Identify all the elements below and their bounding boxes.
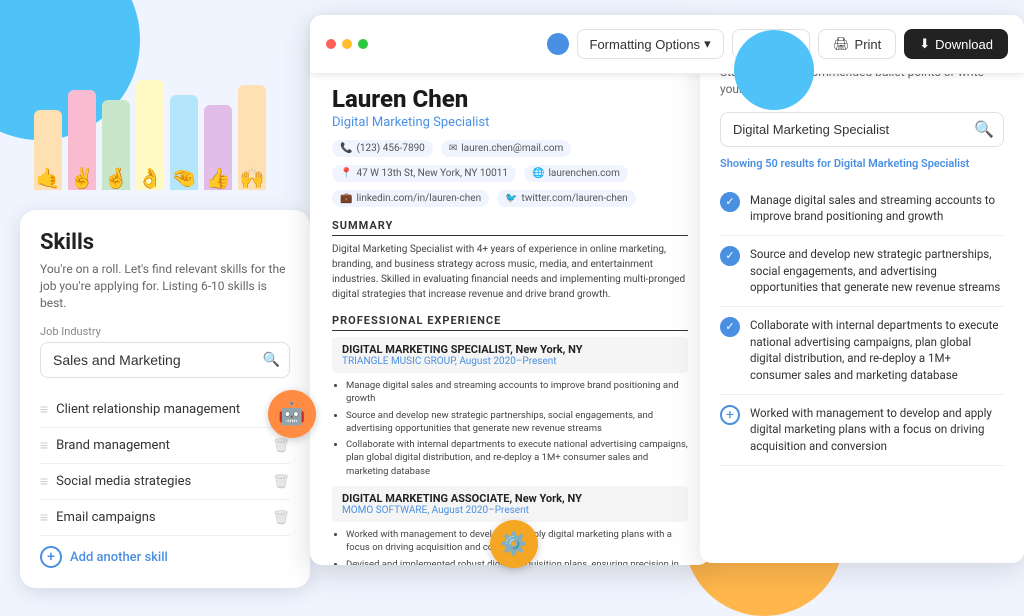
phone-icon: 📞 bbox=[340, 143, 352, 154]
delete-skill-1[interactable]: 🗑 bbox=[272, 438, 290, 454]
industry-search-wrap: 🔍 bbox=[40, 342, 290, 378]
formatting-options-button[interactable]: Formatting Options ▾ bbox=[577, 29, 724, 59]
formatting-options-label: Formatting Options bbox=[590, 37, 701, 52]
contact-twitter: 🐦 twitter.com/lauren-chen bbox=[497, 190, 636, 207]
industry-input[interactable] bbox=[40, 342, 290, 378]
print-label: Print bbox=[855, 37, 882, 52]
contact-linkedin: 💼 linkedin.com/in/lauren-chen bbox=[332, 190, 489, 207]
contact-email: ✉ lauren.chen@mail.com bbox=[441, 140, 572, 157]
skills-description: You're on a roll. Let's find relevant sk… bbox=[40, 261, 290, 311]
bullet-0-1: Source and develop new strategic partner… bbox=[346, 409, 688, 436]
resp-text-2: Collaborate with internal departments to… bbox=[750, 317, 1004, 384]
resp-text-3: Worked with management to develop and ap… bbox=[750, 405, 1004, 455]
window-dots bbox=[326, 39, 368, 49]
dot-red bbox=[326, 39, 336, 49]
dot-green bbox=[358, 39, 368, 49]
resume-job-title: Digital Marketing Specialist bbox=[332, 115, 688, 130]
skills-title: Skills bbox=[40, 230, 290, 255]
skill-name-1: Brand management bbox=[56, 438, 170, 453]
summary-text: Digital Marketing Specialist with 4+ yea… bbox=[332, 242, 688, 302]
linkedin-icon: 💼 bbox=[340, 193, 352, 204]
resp-add-3[interactable]: + bbox=[720, 405, 740, 425]
location-icon: 📍 bbox=[340, 168, 352, 179]
header-bar: Formatting Options ▾ ✉ Email 🖨 Print ⬇ D… bbox=[310, 15, 1024, 74]
hands-illustration: 🤙 ✌️ 🤞 👌 🤏 👍 🙌 bbox=[20, 40, 280, 190]
skill-name-2: Social media strategies bbox=[56, 474, 191, 489]
results-text: Showing 50 results for bbox=[720, 157, 831, 170]
summary-heading: SUMMARY bbox=[332, 219, 688, 236]
job-search-input[interactable] bbox=[720, 112, 1004, 147]
download-button[interactable]: ⬇ Download bbox=[904, 29, 1008, 59]
job-1-header: DIGITAL MARKETING ASSOCIATE, New York, N… bbox=[332, 486, 688, 522]
dot-yellow bbox=[342, 39, 352, 49]
add-icon: + bbox=[40, 546, 62, 568]
deco-circle-blue2 bbox=[734, 30, 814, 110]
resp-text-1: Source and develop new strategic partner… bbox=[750, 246, 1004, 296]
hand-4: 👌 bbox=[136, 80, 164, 190]
skill-name-0: Client relationship management bbox=[56, 402, 240, 417]
print-button[interactable]: 🖨 Print bbox=[818, 29, 896, 59]
twitter-icon: 🐦 bbox=[505, 193, 517, 204]
job-1-company: MOMO SOFTWARE, August 2020–Present bbox=[342, 505, 678, 516]
gear-badge: ⚙️ bbox=[490, 520, 538, 568]
results-highlight: Digital Marketing Specialist bbox=[834, 157, 970, 170]
experience-heading: PROFESSIONAL EXPERIENCE bbox=[332, 314, 688, 331]
job-0-title: DIGITAL MARKETING SPECIALIST, New York, … bbox=[342, 343, 678, 356]
skills-card: Skills You're on a roll. Let's find rele… bbox=[20, 210, 310, 588]
bullet-0-0: Manage digital sales and streaming accou… bbox=[346, 379, 688, 406]
color-picker-button[interactable] bbox=[547, 33, 569, 55]
resp-text-0: Manage digital sales and streaming accou… bbox=[750, 192, 1004, 225]
job-0-company: TRIANGLE MUSIC GROUP, August 2020–Presen… bbox=[342, 356, 678, 367]
resume-content: Lauren Chen Digital Marketing Specialist… bbox=[310, 65, 710, 565]
contact-address: 📍 47 W 13th St, New York, NY 10011 bbox=[332, 165, 516, 182]
hand-2: ✌️ bbox=[68, 90, 96, 190]
results-count: Showing 50 results for Digital Marketing… bbox=[720, 157, 1004, 170]
resp-item-3: + Worked with management to develop and … bbox=[720, 395, 1004, 466]
skill-item-1: ≡ Brand management 🗑 bbox=[40, 428, 290, 464]
delete-skill-2[interactable]: 🗑 bbox=[272, 474, 290, 490]
robot-badge: 🤖 bbox=[268, 390, 316, 438]
contact-website: 🌐 laurenchen.com bbox=[524, 165, 628, 182]
job-0-bullets: Manage digital sales and streaming accou… bbox=[332, 379, 688, 478]
hand-1: 🤙 bbox=[34, 110, 62, 190]
bullet-0-2: Collaborate with internal departments to… bbox=[346, 438, 688, 478]
resp-check-1[interactable]: ✓ bbox=[720, 246, 740, 266]
hand-3: 🤞 bbox=[102, 100, 130, 190]
web-icon: 🌐 bbox=[532, 168, 544, 179]
job-0-header: DIGITAL MARKETING SPECIALIST, New York, … bbox=[332, 337, 688, 373]
hand-6: 👍 bbox=[204, 105, 232, 190]
contact-phone: 📞 (123) 456-7890 bbox=[332, 140, 433, 157]
delete-skill-3[interactable]: 🗑 bbox=[272, 510, 290, 526]
hand-7: 🙌 bbox=[238, 85, 266, 190]
search-icon: 🔍 bbox=[263, 352, 280, 368]
drag-icon: ≡ bbox=[40, 473, 48, 490]
job-search-wrap: 🔍 bbox=[720, 112, 1004, 147]
drag-icon: ≡ bbox=[40, 437, 48, 454]
download-icon: ⬇ bbox=[919, 36, 930, 52]
add-skill-button[interactable]: + Add another skill bbox=[40, 536, 290, 568]
skill-item-3: ≡ Email campaigns 🗑 bbox=[40, 500, 290, 536]
resp-item-1: ✓ Source and develop new strategic partn… bbox=[720, 236, 1004, 307]
download-label: Download bbox=[935, 37, 993, 52]
resume-name: Lauren Chen bbox=[332, 85, 688, 113]
email-icon: ✉ bbox=[449, 143, 457, 154]
resp-check-0[interactable]: ✓ bbox=[720, 192, 740, 212]
drag-icon: ≡ bbox=[40, 509, 48, 526]
resume-panel: Lauren Chen Digital Marketing Specialist… bbox=[310, 15, 710, 565]
resp-item-2: ✓ Collaborate with internal departments … bbox=[720, 307, 1004, 395]
job-search-icon: 🔍 bbox=[974, 120, 994, 139]
resp-item-0: ✓ Manage digital sales and streaming acc… bbox=[720, 182, 1004, 236]
chevron-down-icon: ▾ bbox=[704, 36, 711, 52]
resp-check-2[interactable]: ✓ bbox=[720, 317, 740, 337]
add-skill-label: Add another skill bbox=[70, 550, 168, 565]
skill-item-0: ≡ Client relationship management 🗑 bbox=[40, 392, 290, 428]
skill-item-2: ≡ Social media strategies 🗑 bbox=[40, 464, 290, 500]
print-icon: 🖨 bbox=[833, 36, 850, 52]
drag-icon: ≡ bbox=[40, 401, 48, 418]
contact-row: 📞 (123) 456-7890 ✉ lauren.chen@mail.com … bbox=[332, 140, 688, 207]
hand-5: 🤏 bbox=[170, 95, 198, 190]
industry-label: Job Industry bbox=[40, 325, 290, 338]
skill-name-3: Email campaigns bbox=[56, 510, 155, 525]
job-1-title: DIGITAL MARKETING ASSOCIATE, New York, N… bbox=[342, 492, 678, 505]
